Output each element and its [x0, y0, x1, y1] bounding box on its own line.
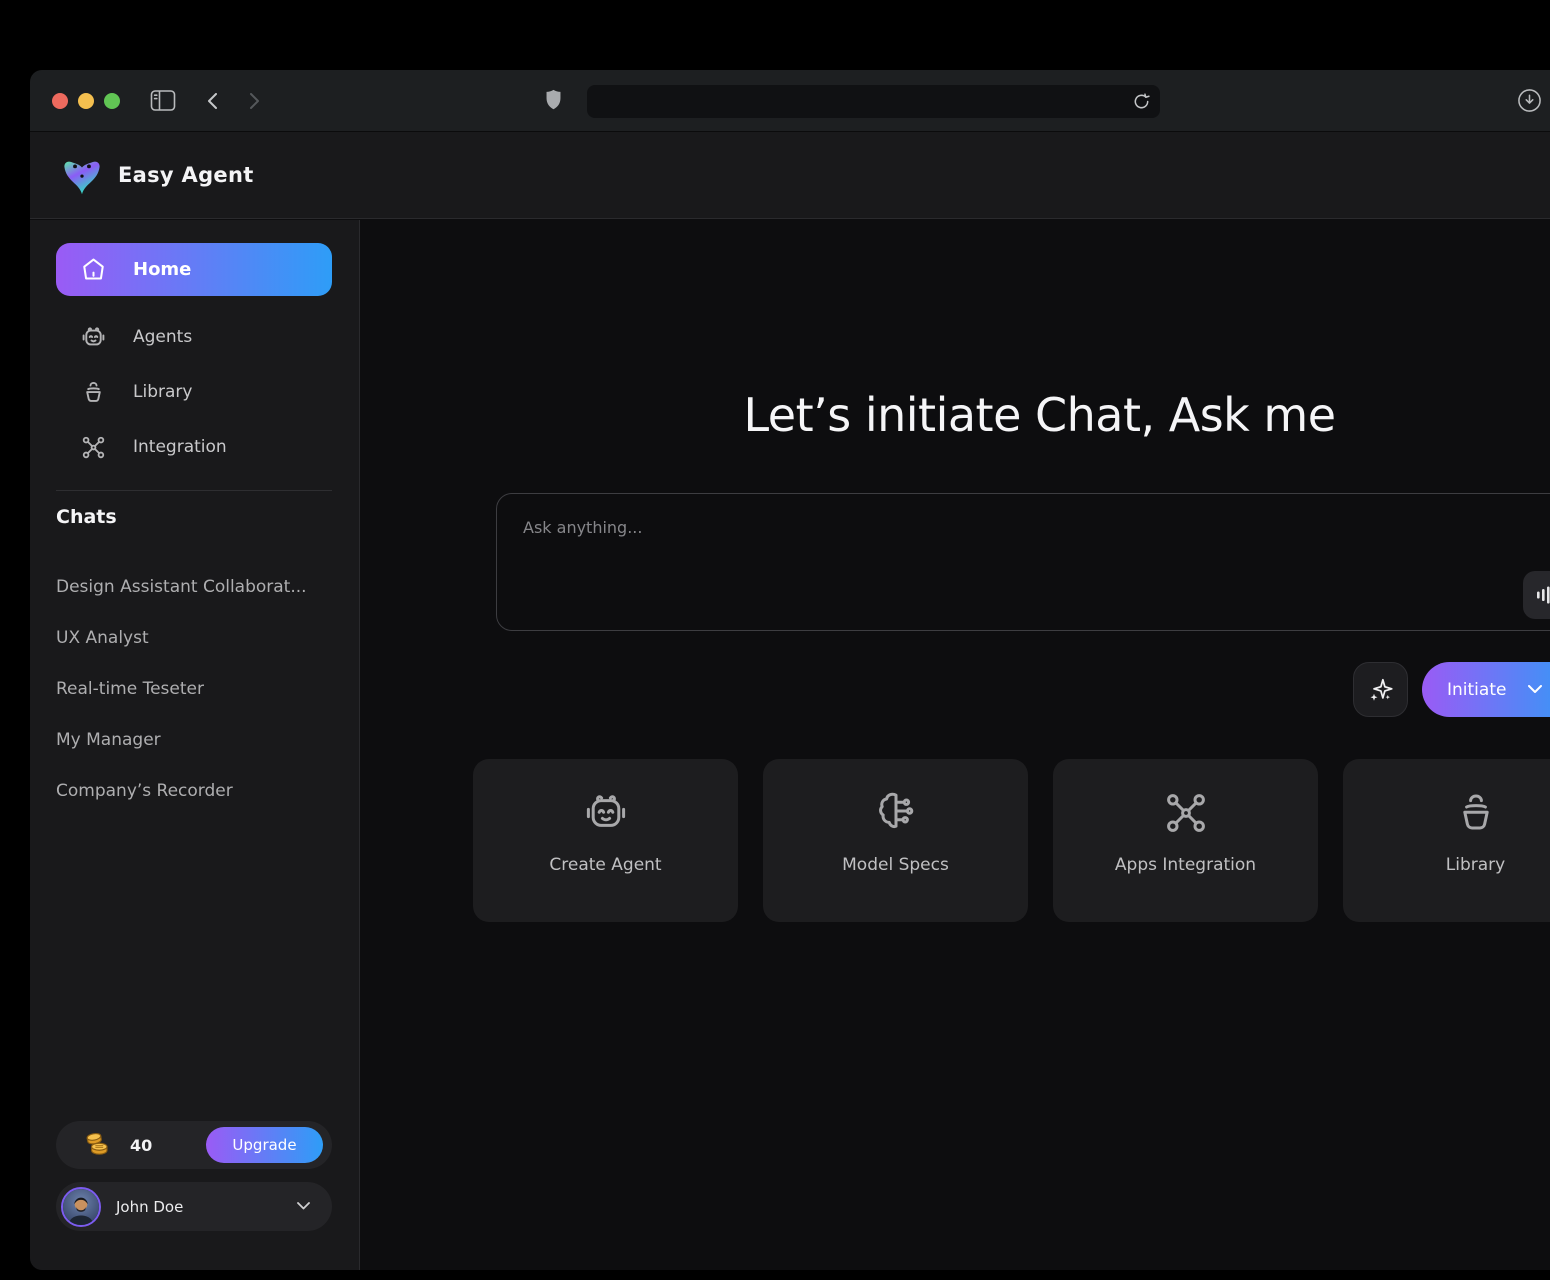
card-label: Model Specs	[842, 855, 949, 875]
chat-item[interactable]: Company’s Recorder	[56, 776, 346, 806]
sidebar-item-integration[interactable]: Integration	[56, 427, 332, 467]
card-label: Library	[1446, 855, 1505, 875]
refresh-icon[interactable]	[1132, 92, 1151, 111]
quick-action-cards: Create Agent Model Specs	[473, 759, 1550, 922]
sidebar-item-label: Home	[133, 259, 191, 280]
back-icon[interactable]	[207, 93, 218, 109]
robot-icon	[582, 789, 630, 837]
sidebar-nav: Home Agents	[56, 243, 332, 482]
sidebar-item-agents[interactable]: Agents	[56, 317, 332, 357]
sidebar-item-label: Library	[133, 382, 192, 402]
credits-count: 40	[130, 1136, 152, 1155]
network-icon	[1162, 789, 1210, 837]
close-window-button[interactable]	[52, 93, 68, 109]
voice-input-button[interactable]	[1523, 571, 1550, 619]
sidebar-item-library[interactable]: Library	[56, 372, 332, 412]
profile-name: John Doe	[116, 1198, 183, 1216]
download-icon[interactable]	[1517, 88, 1542, 113]
initiate-label: Initiate	[1447, 680, 1506, 700]
robot-icon	[80, 324, 107, 351]
brand-name: Easy Agent	[118, 163, 254, 187]
browser-window: Easy Agent Home	[30, 70, 1550, 1270]
basket-icon	[80, 379, 107, 406]
ask-box	[496, 493, 1550, 631]
model-specs-card[interactable]: Model Specs	[763, 759, 1028, 922]
chat-list: Design Assistant Collaborat... UX Analys…	[56, 572, 346, 827]
chats-heading: Chats	[56, 506, 117, 528]
upgrade-button[interactable]: Upgrade	[206, 1127, 323, 1163]
chat-item[interactable]: Design Assistant Collaborat...	[56, 572, 346, 602]
card-label: Apps Integration	[1115, 855, 1256, 875]
profile-menu[interactable]: John Doe	[56, 1182, 332, 1231]
basket-icon	[1452, 789, 1500, 837]
shield-icon[interactable]	[544, 88, 563, 113]
initiate-button[interactable]: Initiate	[1422, 662, 1550, 717]
forward-icon[interactable]	[249, 93, 260, 109]
create-agent-card[interactable]: Create Agent	[473, 759, 738, 922]
chat-item[interactable]: UX Analyst	[56, 623, 346, 653]
ask-input[interactable]	[497, 494, 1550, 630]
chat-item[interactable]: My Manager	[56, 725, 346, 755]
card-label: Create Agent	[549, 855, 661, 875]
coins-icon	[84, 1130, 116, 1160]
chat-item[interactable]: Real-time Teseter	[56, 674, 346, 704]
zoom-window-button[interactable]	[104, 93, 120, 109]
sidebar: Home Agents	[30, 220, 360, 1270]
library-card[interactable]: Library	[1343, 759, 1550, 922]
sidebar-divider	[56, 490, 332, 491]
sparkles-icon	[1367, 676, 1395, 704]
sidebar-item-home[interactable]: Home	[56, 243, 332, 296]
credits-pill: 40 Upgrade	[56, 1121, 332, 1169]
brain-circuit-icon	[872, 789, 920, 837]
page-title: Let’s initiate Chat, Ask me	[496, 388, 1550, 442]
apps-integration-card[interactable]: Apps Integration	[1053, 759, 1318, 922]
url-bar[interactable]	[587, 85, 1160, 118]
chevron-down-icon	[1528, 685, 1542, 694]
john-doe-avatar	[61, 1187, 101, 1227]
waveform-icon	[1536, 583, 1550, 607]
enhance-prompt-button[interactable]	[1353, 662, 1408, 717]
sidebar-item-label: Agents	[133, 327, 192, 347]
network-icon	[80, 434, 107, 461]
main-content: Let’s initiate Chat, Ask me	[361, 220, 1550, 1270]
browser-toolbar	[30, 70, 1550, 132]
sidebar-item-label: Integration	[133, 437, 227, 457]
chevron-down-icon	[297, 1202, 310, 1210]
minimize-window-button[interactable]	[78, 93, 94, 109]
easy-agent-logo	[60, 152, 104, 198]
app-header: Easy Agent	[30, 132, 1550, 219]
home-icon	[80, 256, 107, 283]
sidebar-toggle-icon[interactable]	[150, 89, 176, 112]
